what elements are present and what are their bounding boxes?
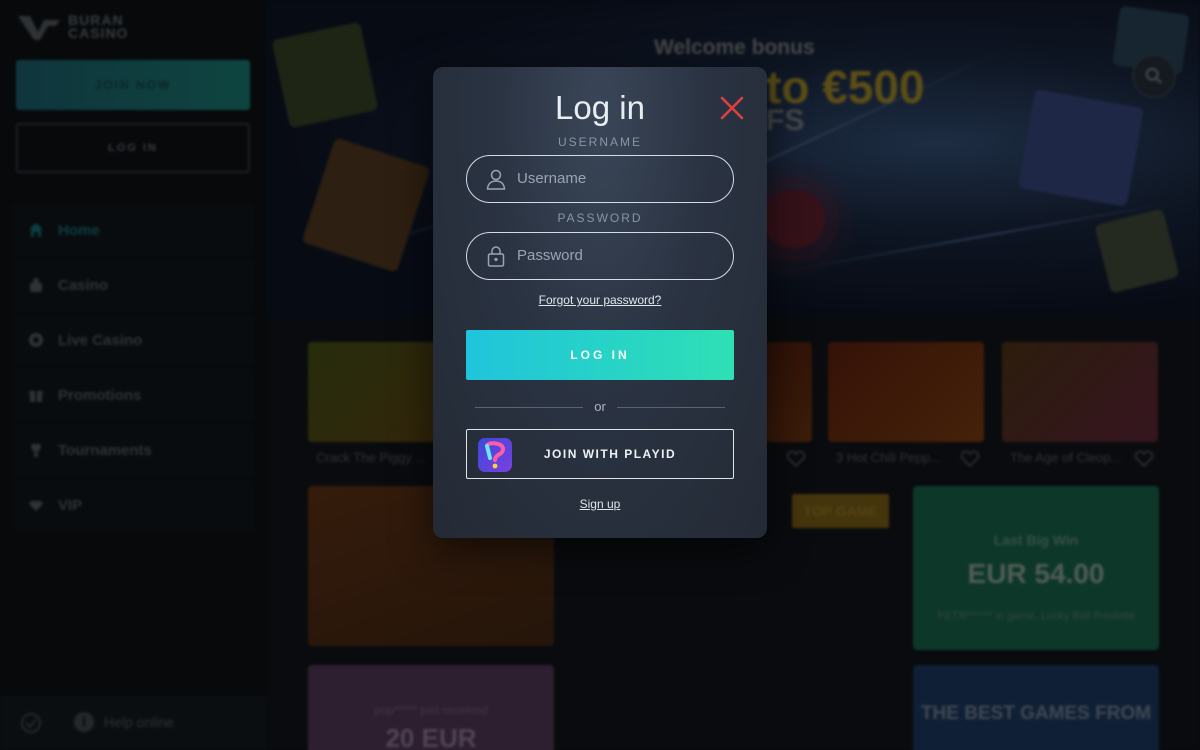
sign-up-link[interactable]: Sign up bbox=[433, 497, 767, 511]
username-label: USERNAME bbox=[557, 135, 642, 149]
username-input[interactable] bbox=[517, 156, 725, 201]
password-field[interactable] bbox=[466, 232, 734, 280]
playid-button-label: JOIN WITH PLAYID bbox=[543, 447, 677, 461]
playid-logo-icon bbox=[478, 438, 512, 472]
forgot-password-link[interactable]: Forgot your password? bbox=[433, 293, 767, 307]
modal-title: Log in bbox=[555, 89, 645, 126]
password-label: PASSWORD bbox=[557, 211, 643, 225]
close-icon bbox=[720, 96, 744, 120]
username-field[interactable] bbox=[466, 155, 734, 203]
divider-line bbox=[617, 407, 725, 408]
join-with-playid-button[interactable]: JOIN WITH PLAYID bbox=[466, 429, 734, 479]
or-divider: or bbox=[475, 397, 725, 417]
user-icon bbox=[485, 168, 507, 190]
lock-icon bbox=[485, 245, 507, 267]
password-input[interactable] bbox=[517, 233, 725, 278]
login-button[interactable]: LOG IN bbox=[466, 330, 734, 380]
login-modal: Log in USERNAME PASSWORD Forgot your pas… bbox=[433, 67, 767, 538]
close-button[interactable] bbox=[719, 95, 745, 121]
